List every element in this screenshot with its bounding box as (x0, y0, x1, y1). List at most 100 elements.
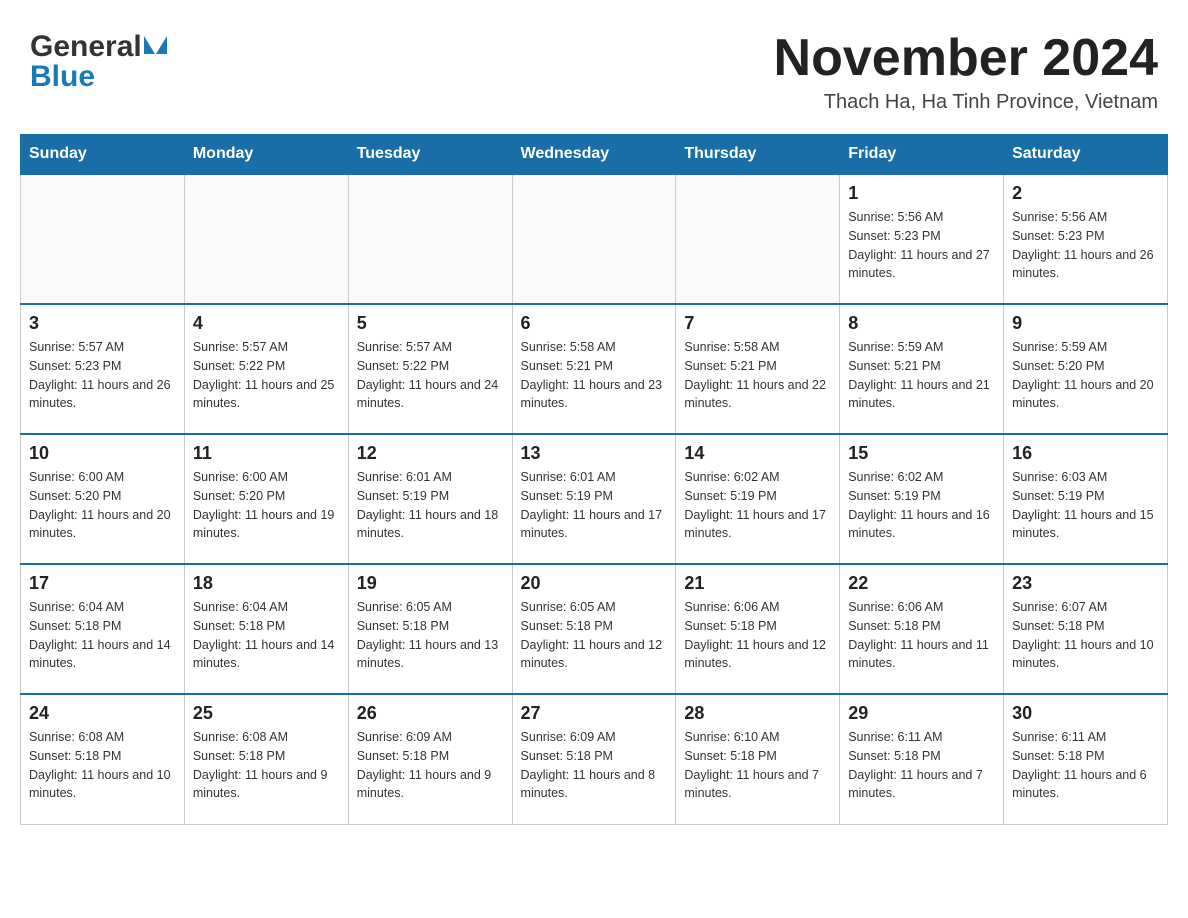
day-info: Sunrise: 6:04 AM Sunset: 5:18 PM Dayligh… (29, 598, 176, 673)
day-info: Sunrise: 6:09 AM Sunset: 5:18 PM Dayligh… (521, 728, 668, 803)
day-number: 30 (1012, 703, 1159, 724)
day-number: 16 (1012, 443, 1159, 464)
table-row: 27 Sunrise: 6:09 AM Sunset: 5:18 PM Dayli… (512, 694, 676, 824)
logo-triangle-icon (144, 36, 155, 54)
day-number: 22 (848, 573, 995, 594)
day-info: Sunrise: 6:09 AM Sunset: 5:18 PM Dayligh… (357, 728, 504, 803)
day-number: 25 (193, 703, 340, 724)
day-number: 27 (521, 703, 668, 724)
day-number: 15 (848, 443, 995, 464)
table-row: 1Sunrise: 5:56 AM Sunset: 5:23 PM Daylig… (840, 174, 1004, 304)
day-info: Sunrise: 6:02 AM Sunset: 5:19 PM Dayligh… (848, 468, 995, 543)
table-row: 11 Sunrise: 6:00 AM Sunset: 5:20 PM Dayli… (184, 434, 348, 564)
day-info: Sunrise: 6:11 AM Sunset: 5:18 PM Dayligh… (1012, 728, 1159, 803)
day-number: 3 (29, 313, 176, 334)
day-info: Sunrise: 6:05 AM Sunset: 5:18 PM Dayligh… (521, 598, 668, 673)
day-info: Sunrise: 5:57 AM Sunset: 5:22 PM Dayligh… (193, 338, 340, 413)
calendar-week-row: 17 Sunrise: 6:04 AM Sunset: 5:18 PM Dayli… (21, 564, 1168, 694)
table-row: 23Sunrise: 6:07 AM Sunset: 5:18 PM Dayli… (1004, 564, 1168, 694)
day-number: 2 (1012, 183, 1159, 204)
table-row (348, 174, 512, 304)
day-info: Sunrise: 6:03 AM Sunset: 5:19 PM Dayligh… (1012, 468, 1159, 543)
day-number: 24 (29, 703, 176, 724)
day-info: Sunrise: 6:00 AM Sunset: 5:20 PM Dayligh… (193, 468, 340, 543)
day-number: 19 (357, 573, 504, 594)
day-info: Sunrise: 6:01 AM Sunset: 5:19 PM Dayligh… (357, 468, 504, 543)
logo: General Blue (30, 30, 167, 94)
calendar-header-row: Sunday Monday Tuesday Wednesday Thursday… (21, 135, 1168, 175)
day-info: Sunrise: 6:06 AM Sunset: 5:18 PM Dayligh… (684, 598, 831, 673)
logo-triangle-icon2 (156, 36, 167, 54)
calendar-week-row: 3 Sunrise: 5:57 AM Sunset: 5:23 PM Daylig… (21, 304, 1168, 434)
col-saturday: Saturday (1004, 135, 1168, 175)
day-number: 5 (357, 313, 504, 334)
day-info: Sunrise: 6:08 AM Sunset: 5:18 PM Dayligh… (29, 728, 176, 803)
col-monday: Monday (184, 135, 348, 175)
table-row: 21Sunrise: 6:06 AM Sunset: 5:18 PM Dayli… (676, 564, 840, 694)
day-number: 8 (848, 313, 995, 334)
day-number: 10 (29, 443, 176, 464)
day-info: Sunrise: 6:06 AM Sunset: 5:18 PM Dayligh… (848, 598, 995, 673)
day-info: Sunrise: 5:57 AM Sunset: 5:22 PM Dayligh… (357, 338, 504, 413)
day-info: Sunrise: 6:07 AM Sunset: 5:18 PM Dayligh… (1012, 598, 1159, 673)
table-row: 6 Sunrise: 5:58 AM Sunset: 5:21 PM Daylig… (512, 304, 676, 434)
table-row: 10Sunrise: 6:00 AM Sunset: 5:20 PM Dayli… (21, 434, 185, 564)
day-number: 14 (684, 443, 831, 464)
table-row: 14 Sunrise: 6:02 AM Sunset: 5:19 PM Dayli… (676, 434, 840, 564)
day-number: 6 (521, 313, 668, 334)
col-thursday: Thursday (676, 135, 840, 175)
table-row: 5 Sunrise: 5:57 AM Sunset: 5:22 PM Daylig… (348, 304, 512, 434)
table-row: 17 Sunrise: 6:04 AM Sunset: 5:18 PM Dayli… (21, 564, 185, 694)
table-row: 25 Sunrise: 6:08 AM Sunset: 5:18 PM Dayli… (184, 694, 348, 824)
day-number: 20 (521, 573, 668, 594)
day-number: 12 (357, 443, 504, 464)
day-number: 11 (193, 443, 340, 464)
table-row: 19 Sunrise: 6:05 AM Sunset: 5:18 PM Dayli… (348, 564, 512, 694)
day-info: Sunrise: 6:01 AM Sunset: 5:19 PM Dayligh… (521, 468, 668, 543)
table-row: 9Sunrise: 5:59 AM Sunset: 5:20 PM Daylig… (1004, 304, 1168, 434)
table-row: 29Sunrise: 6:11 AM Sunset: 5:18 PM Dayli… (840, 694, 1004, 824)
table-row: 24 Sunrise: 6:08 AM Sunset: 5:18 PM Dayli… (21, 694, 185, 824)
day-number: 18 (193, 573, 340, 594)
day-info: Sunrise: 6:10 AM Sunset: 5:18 PM Dayligh… (684, 728, 831, 803)
table-row (512, 174, 676, 304)
day-number: 4 (193, 313, 340, 334)
day-number: 7 (684, 313, 831, 334)
table-row (184, 174, 348, 304)
day-info: Sunrise: 5:56 AM Sunset: 5:23 PM Dayligh… (1012, 208, 1159, 283)
table-row: 18 Sunrise: 6:04 AM Sunset: 5:18 PM Dayli… (184, 564, 348, 694)
table-row: 15 Sunrise: 6:02 AM Sunset: 5:19 PM Dayli… (840, 434, 1004, 564)
day-info: Sunrise: 5:58 AM Sunset: 5:21 PM Dayligh… (684, 338, 831, 413)
day-info: Sunrise: 5:59 AM Sunset: 5:21 PM Dayligh… (848, 338, 995, 413)
day-info: Sunrise: 5:58 AM Sunset: 5:21 PM Dayligh… (521, 338, 668, 413)
col-wednesday: Wednesday (512, 135, 676, 175)
day-number: 1 (848, 183, 995, 204)
calendar-week-row: 10 Sunrise: 6:00 AM Sunset: 5:20 PM Dayli… (21, 434, 1168, 564)
title-section: November 2024 Thach Ha, Ha Tinh Province… (774, 30, 1158, 114)
table-row: 16 Sunrise: 6:03 AM Sunset: 5:19 PM Dayli… (1004, 434, 1168, 564)
day-info: Sunrise: 6:08 AM Sunset: 5:18 PM Dayligh… (193, 728, 340, 803)
day-number: 13 (521, 443, 668, 464)
page-header: General Blue November 2024 Thach Ha, Ha … (20, 20, 1168, 114)
table-row: 22 Sunrise: 6:06 AM Sunset: 5:18 PM Dayli… (840, 564, 1004, 694)
table-row: 28 Sunrise: 6:10 AM Sunset: 5:18 PM Dayli… (676, 694, 840, 824)
table-row: 13 Sunrise: 6:01 AM Sunset: 5:19 PM Dayli… (512, 434, 676, 564)
table-row: 3 Sunrise: 5:57 AM Sunset: 5:23 PM Daylig… (21, 304, 185, 434)
day-number: 28 (684, 703, 831, 724)
day-info: Sunrise: 6:05 AM Sunset: 5:18 PM Dayligh… (357, 598, 504, 673)
table-row: 8 Sunrise: 5:59 AM Sunset: 5:21 PM Daylig… (840, 304, 1004, 434)
day-info: Sunrise: 5:57 AM Sunset: 5:23 PM Dayligh… (29, 338, 176, 413)
day-info: Sunrise: 6:02 AM Sunset: 5:19 PM Dayligh… (684, 468, 831, 543)
table-row: 26Sunrise: 6:09 AM Sunset: 5:18 PM Dayli… (348, 694, 512, 824)
day-info: Sunrise: 6:04 AM Sunset: 5:18 PM Dayligh… (193, 598, 340, 673)
day-number: 17 (29, 573, 176, 594)
table-row: 4 Sunrise: 5:57 AM Sunset: 5:22 PM Daylig… (184, 304, 348, 434)
day-info: Sunrise: 6:11 AM Sunset: 5:18 PM Dayligh… (848, 728, 995, 803)
col-tuesday: Tuesday (348, 135, 512, 175)
col-sunday: Sunday (21, 135, 185, 175)
logo-general-text: General (30, 30, 142, 64)
day-number: 9 (1012, 313, 1159, 334)
calendar-week-row: 1 Sunrise: 5:56 AM Sunset: 5:23 PM Daylig… (21, 174, 1168, 304)
calendar-table: Sunday Monday Tuesday Wednesday Thursday… (20, 134, 1168, 825)
table-row (21, 174, 185, 304)
